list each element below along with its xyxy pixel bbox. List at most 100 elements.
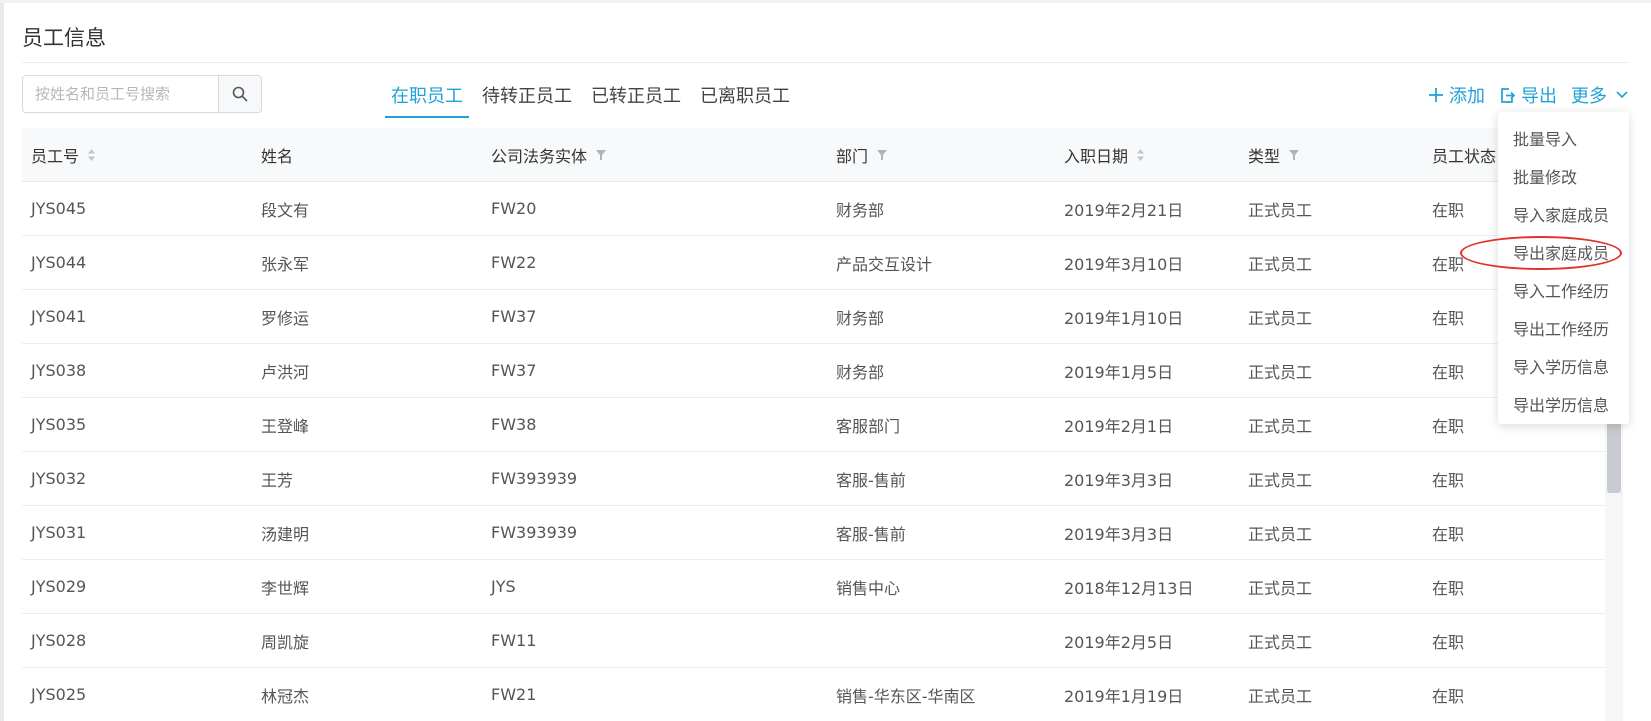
cell-name: 卢洪河: [261, 362, 310, 382]
cell-employee-id: JYS044: [31, 253, 87, 272]
tab-active-employees[interactable]: 在职员工: [385, 82, 469, 118]
tab-probation-employees[interactable]: 待转正员工: [476, 82, 578, 118]
table-row[interactable]: JYS029 李世辉 JYS 销售中心 2018年12月13日 正式员工 在职: [22, 560, 1605, 614]
table-row[interactable]: JYS045 段文有 FW20 财务部 2019年2月21日 正式员工 在职: [22, 182, 1605, 236]
column-type[interactable]: 类型: [1239, 143, 1423, 167]
menu-item-import-work-history[interactable]: 导入工作经历: [1498, 273, 1629, 311]
title-divider: [22, 62, 1629, 63]
tab-regularized-employees[interactable]: 已转正员工: [585, 82, 687, 118]
cell-employee-id: JYS035: [31, 415, 87, 434]
cell-legal-entity: FW393939: [491, 469, 578, 488]
cell-employee-id: JYS028: [31, 631, 87, 650]
menu-item-export-family-label: 导出家庭成员: [1513, 244, 1610, 263]
column-legal-entity[interactable]: 公司法务实体: [482, 143, 827, 167]
cell-name: 王登峰: [261, 416, 310, 436]
table-row[interactable]: JYS028 周凯旋 FW11 2019年2月5日 正式员工 在职: [22, 614, 1605, 668]
cell-status: 在职: [1432, 686, 1465, 706]
cell-hire-date: 2019年3月3日: [1064, 524, 1174, 544]
cell-name: 汤建明: [261, 524, 310, 544]
cell-name: 李世辉: [261, 578, 310, 598]
cell-legal-entity: FW20: [491, 199, 537, 218]
cell-type: 正式员工: [1248, 416, 1313, 436]
chevron-down-icon: [1616, 91, 1628, 99]
add-button[interactable]: 添加: [1428, 82, 1485, 108]
cell-legal-entity: FW22: [491, 253, 537, 272]
cell-employee-id: JYS029: [31, 577, 87, 596]
cell-name: 张永军: [261, 254, 310, 274]
menu-item-export-family[interactable]: 导出家庭成员: [1460, 235, 1629, 273]
cell-type: 正式员工: [1248, 254, 1313, 274]
cell-legal-entity: FW38: [491, 415, 537, 434]
cell-employee-id: JYS045: [31, 199, 87, 218]
more-label: 更多: [1571, 86, 1607, 107]
cell-name: 罗修运: [261, 308, 310, 328]
cell-employee-id: JYS041: [31, 307, 87, 326]
cell-type: 正式员工: [1248, 578, 1313, 598]
export-button[interactable]: 导出: [1499, 82, 1557, 108]
export-icon: [1501, 87, 1516, 103]
cell-name: 王芳: [261, 470, 294, 490]
cell-department: 财务部: [836, 362, 885, 382]
left-border: [0, 0, 4, 721]
cell-status: 在职: [1432, 632, 1465, 652]
tab-departed-employees[interactable]: 已离职员工: [694, 82, 796, 118]
cell-hire-date: 2019年2月5日: [1064, 632, 1174, 652]
cell-legal-entity: FW11: [491, 631, 537, 650]
page-title: 员工信息: [22, 26, 106, 50]
cell-hire-date: 2019年3月10日: [1064, 254, 1184, 274]
cell-type: 正式员工: [1248, 686, 1313, 706]
sort-icon[interactable]: [87, 148, 96, 162]
filter-icon[interactable]: [1288, 149, 1300, 161]
sort-icon[interactable]: [1136, 148, 1145, 162]
toolbar-actions: 添加 导出 更多: [1414, 82, 1629, 108]
cell-type: 正式员工: [1248, 524, 1313, 544]
more-button[interactable]: 更多: [1571, 82, 1629, 108]
cell-legal-entity: FW37: [491, 307, 537, 326]
table-header: 员工号 姓名 公司法务实体 部门 入职日期 类型 员工状态: [22, 128, 1605, 182]
cell-hire-date: 2019年1月19日: [1064, 686, 1184, 706]
cell-department: 财务部: [836, 308, 885, 328]
cell-department: 销售-华东区-华南区: [836, 686, 976, 706]
column-name: 姓名: [261, 146, 294, 166]
search-button[interactable]: [218, 76, 261, 112]
search-box: [22, 75, 262, 113]
column-department[interactable]: 部门: [827, 143, 1055, 167]
cell-type: 正式员工: [1248, 470, 1313, 490]
status-tabs: 在职员工 待转正员工 已转正员工 已离职员工: [385, 82, 803, 118]
table-row[interactable]: JYS041 罗修运 FW37 财务部 2019年1月10日 正式员工 在职: [22, 290, 1605, 344]
cell-hire-date: 2019年2月1日: [1064, 416, 1174, 436]
column-hire-date[interactable]: 入职日期: [1055, 143, 1239, 167]
cell-hire-date: 2019年3月3日: [1064, 470, 1174, 490]
menu-item-batch-edit[interactable]: 批量修改: [1498, 159, 1629, 197]
table-row[interactable]: JYS025 林冠杰 FW21 销售-华东区-华南区 2019年1月19日 正式…: [22, 668, 1605, 721]
cell-hire-date: 2019年1月10日: [1064, 308, 1184, 328]
search-input[interactable]: [23, 76, 218, 112]
search-icon: [232, 86, 248, 102]
table-row[interactable]: JYS031 汤建明 FW393939 客服-售前 2019年3月3日 正式员工…: [22, 506, 1605, 560]
table-row[interactable]: JYS035 王登峰 FW38 客服部门 2019年2月1日 正式员工 在职: [22, 398, 1605, 452]
cell-name: 段文有: [261, 200, 310, 220]
table-row[interactable]: JYS038 卢洪河 FW37 财务部 2019年1月5日 正式员工 在职: [22, 344, 1605, 398]
cell-department: 客服部门: [836, 416, 901, 436]
cell-legal-entity: FW393939: [491, 523, 578, 542]
menu-item-import-family[interactable]: 导入家庭成员: [1498, 197, 1629, 235]
menu-item-export-education[interactable]: 导出学历信息: [1498, 387, 1629, 425]
cell-name: 周凯旋: [261, 632, 310, 652]
filter-icon[interactable]: [595, 149, 607, 161]
column-employee-id[interactable]: 员工号: [22, 143, 252, 167]
table-row[interactable]: JYS032 王芳 FW393939 客服-售前 2019年3月3日 正式员工 …: [22, 452, 1605, 506]
cell-status: 在职: [1432, 470, 1465, 490]
cell-type: 正式员工: [1248, 308, 1313, 328]
employee-table: 员工号 姓名 公司法务实体 部门 入职日期 类型 员工状态 JYS045 段文有…: [22, 128, 1605, 721]
filter-icon[interactable]: [876, 149, 888, 161]
menu-item-export-work-history[interactable]: 导出工作经历: [1498, 311, 1629, 349]
menu-item-batch-import[interactable]: 批量导入: [1498, 121, 1629, 159]
cell-employee-id: JYS025: [31, 685, 87, 704]
export-label: 导出: [1521, 86, 1557, 107]
table-row[interactable]: JYS044 张永军 FW22 产品交互设计 2019年3月10日 正式员工 在…: [22, 236, 1605, 290]
plus-icon: [1429, 88, 1443, 102]
menu-item-import-education[interactable]: 导入学历信息: [1498, 349, 1629, 387]
add-label: 添加: [1449, 86, 1485, 107]
cell-department: 财务部: [836, 200, 885, 220]
cell-name: 林冠杰: [261, 686, 310, 706]
